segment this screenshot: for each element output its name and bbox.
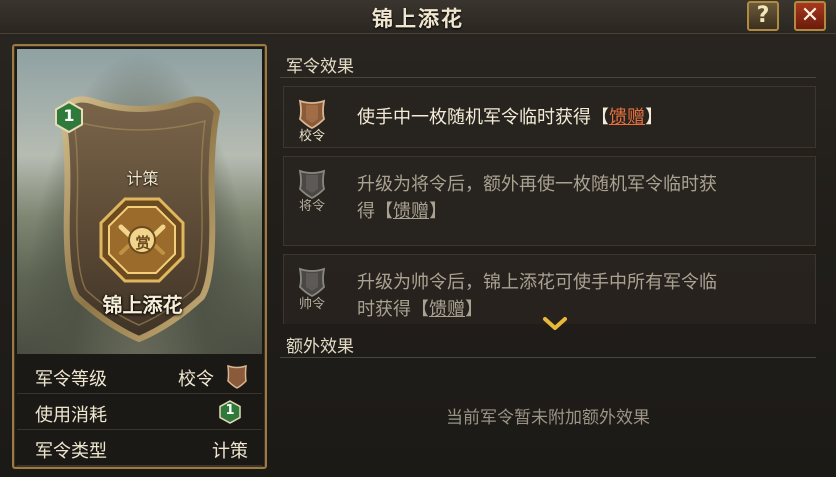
effect-text-part: 得【 — [357, 201, 393, 222]
effect-text-part: 】 — [465, 299, 483, 320]
effect-text-part: 时获得【 — [357, 299, 429, 320]
card-artwork: 1 计策 赏 锦上添花 — [17, 49, 262, 354]
effect-text-line: 得【馈赠】 — [357, 198, 795, 225]
info-row-level: 军令等级 校令 — [17, 358, 262, 394]
effect-text-line: 升级为将令后，额外再使一枚随机军令临时获 — [357, 174, 717, 195]
window-title: 锦上添花 — [372, 7, 464, 31]
effect-item: 帅令 升级为帅令后，锦上添花可使手中所有军令临 时获得【馈赠】 — [283, 254, 816, 324]
info-row-cost: 使用消耗 1 — [17, 394, 262, 430]
bronze-shield-icon — [227, 364, 247, 389]
card-type-label: 计策 — [126, 169, 159, 188]
help-button[interactable]: ? — [747, 1, 779, 31]
keyword-link[interactable]: 馈赠 — [429, 299, 465, 320]
chevron-down-icon[interactable] — [542, 315, 568, 333]
close-button[interactable]: ✕ — [794, 1, 826, 31]
info-value-cost: 1 — [225, 403, 235, 418]
card-info-table: 军令等级 校令 使用消耗 1 军令类型 计策 — [17, 358, 262, 466]
title-bar: 锦上添花 ? ✕ — [0, 0, 836, 34]
emblem-character: 赏 — [135, 234, 151, 252]
effect-tier: 帅令 — [298, 297, 325, 312]
effect-text-line: 时获得【馈赠】 — [357, 296, 795, 323]
info-row-type: 军令类型 计策 — [17, 430, 262, 466]
effects-heading: 军令效果 — [280, 52, 816, 78]
effect-text-part: 使手中一枚随机军令临时获得【 — [357, 107, 609, 128]
order-card: 1 计策 赏 锦上添花 军令等级 校令 使用消耗 1 军令类型 计策 — [12, 44, 267, 469]
effect-item: 校令 使手中一枚随机军令临时获得【馈赠】 — [283, 86, 816, 148]
extra-effects-heading: 额外效果 — [280, 332, 816, 358]
keyword-link[interactable]: 馈赠 — [393, 201, 429, 222]
card-name: 锦上添花 — [102, 293, 183, 317]
effect-text: 使手中一枚随机军令临时获得【馈赠】 — [357, 104, 795, 131]
effect-tier: 校令 — [298, 129, 325, 144]
info-key: 使用消耗 — [35, 405, 107, 426]
info-value: 校令 — [178, 369, 214, 390]
info-key: 军令等级 — [35, 369, 107, 390]
no-extra-effects-text: 当前军令暂未附加额外效果 — [446, 408, 650, 428]
effect-text-line: 升级为帅令后，锦上添花可使手中所有军令临 — [357, 272, 717, 293]
effect-text: 升级为将令后，额外再使一枚随机军令临时获 得【馈赠】 — [357, 171, 795, 225]
effect-text-part: 】 — [645, 107, 663, 128]
effect-item: 将令 升级为将令后，额外再使一枚随机军令临时获 得【馈赠】 — [283, 156, 816, 246]
info-value: 计策 — [212, 441, 248, 462]
effect-tier: 将令 — [298, 199, 325, 214]
card-level-badge: 1 — [63, 106, 75, 125]
effects-list[interactable]: 校令 使手中一枚随机军令临时获得【馈赠】 将令 升级为将令后，额外再使一枚随机军… — [283, 86, 816, 324]
info-key: 军令类型 — [35, 441, 107, 462]
effect-text: 升级为帅令后，锦上添花可使手中所有军令临 时获得【馈赠】 — [357, 269, 795, 323]
effect-text-part: 】 — [429, 201, 447, 222]
keyword-link[interactable]: 馈赠 — [609, 107, 645, 128]
